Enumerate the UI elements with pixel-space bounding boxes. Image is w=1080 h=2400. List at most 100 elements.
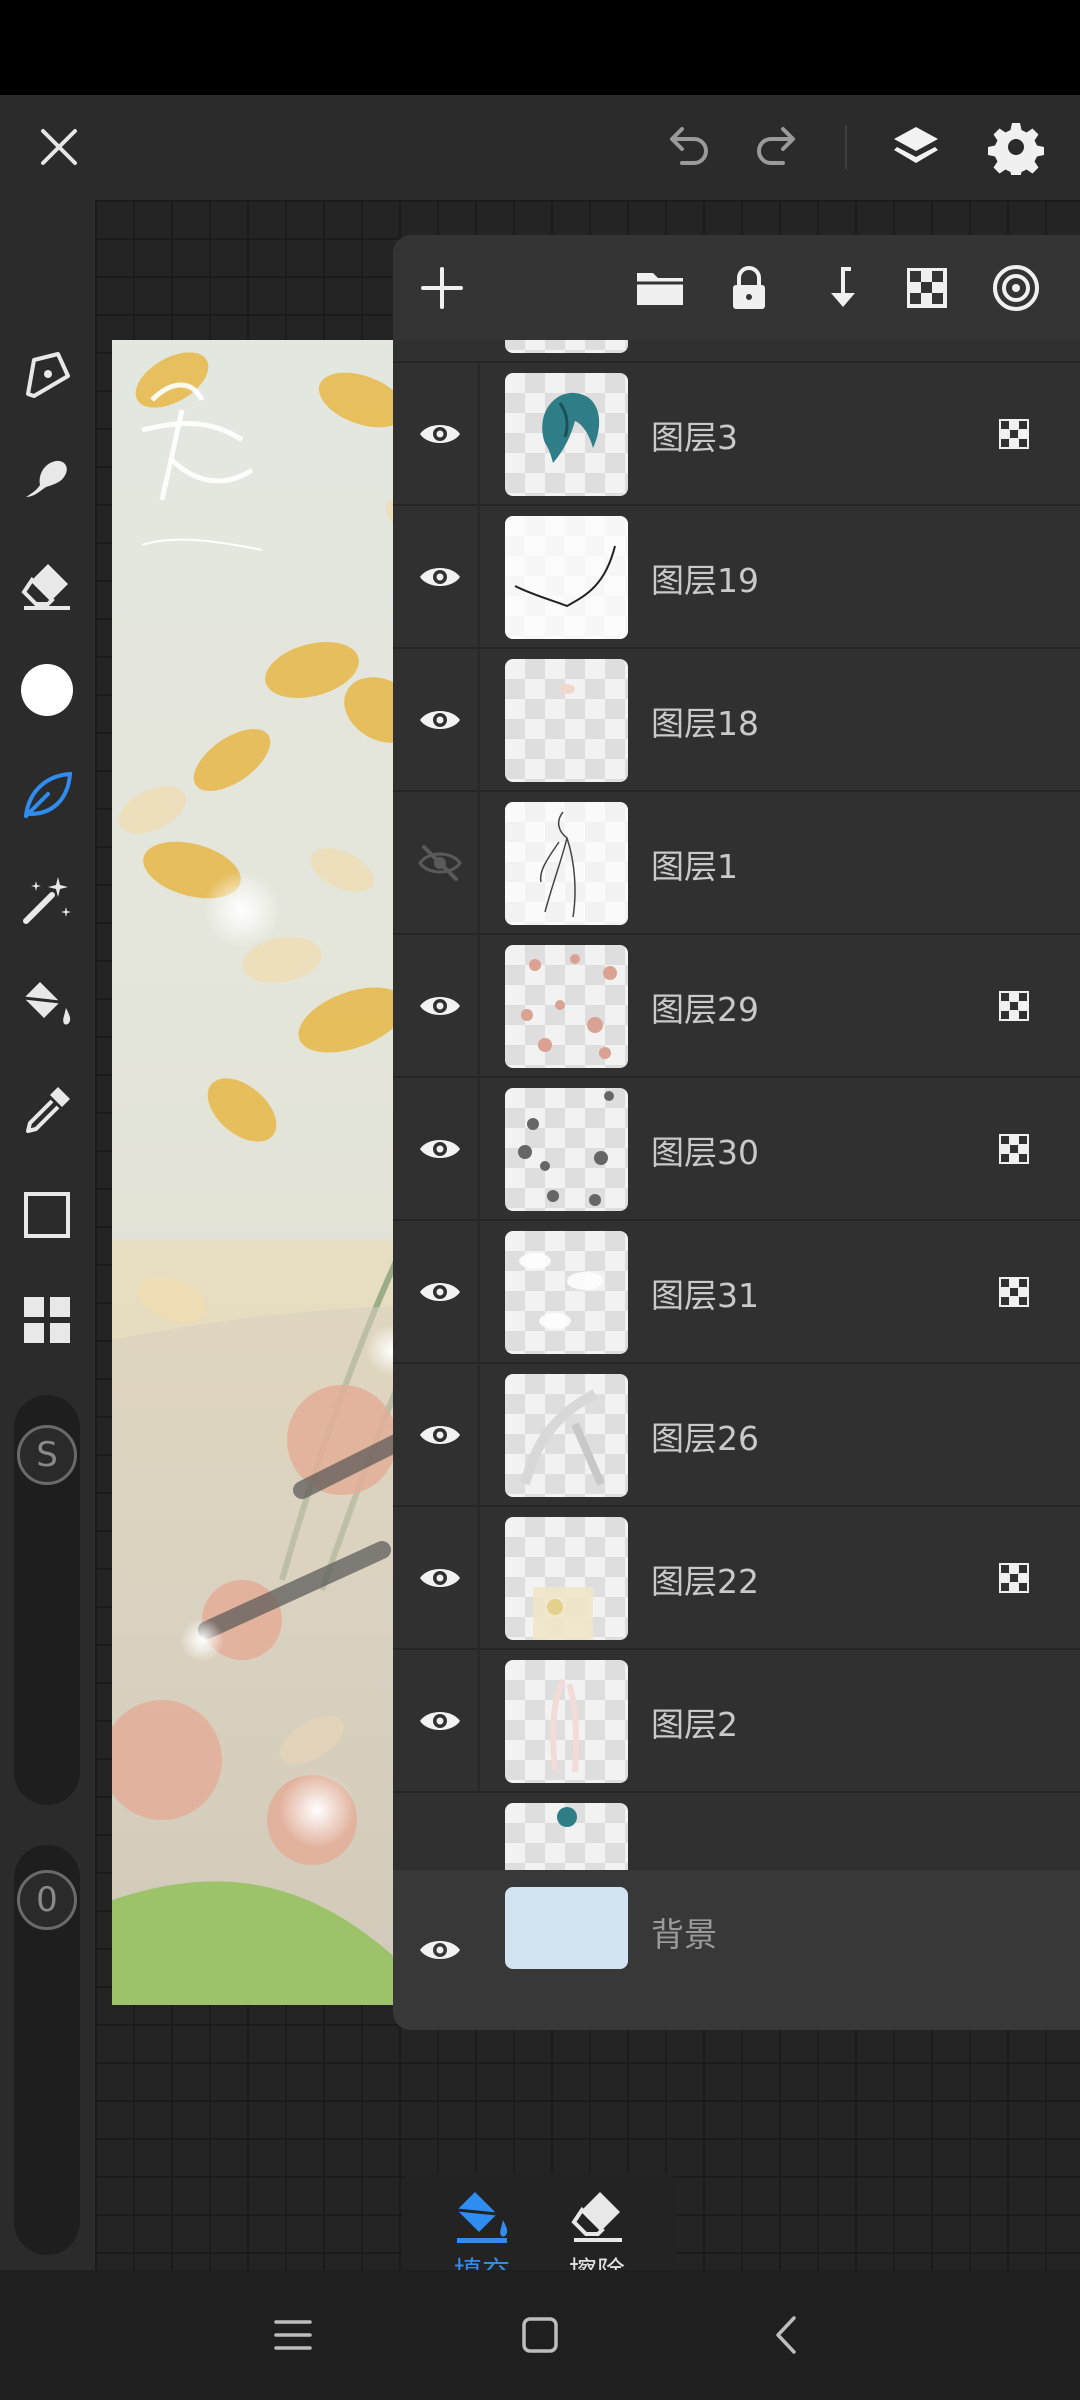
- visibility-toggle[interactable]: [405, 828, 475, 898]
- fill-tool[interactable]: [12, 970, 82, 1040]
- layer-name: 图层18: [651, 704, 759, 743]
- visibility-toggle[interactable]: [405, 542, 475, 612]
- magic-wand-icon: [23, 877, 71, 924]
- row-divider: [478, 1221, 480, 1364]
- layer-name: 图层30: [651, 1133, 759, 1172]
- settings-button[interactable]: [976, 107, 1056, 187]
- back-chevron-icon: [776, 2316, 796, 2354]
- layer-row[interactable]: 图层26: [393, 1364, 1080, 1507]
- back-button[interactable]: [752, 2300, 822, 2370]
- layers-button[interactable]: [876, 107, 956, 187]
- home-button[interactable]: [505, 2300, 575, 2370]
- visibility-toggle[interactable]: [405, 1400, 475, 1470]
- add-layer-button[interactable]: [407, 253, 477, 323]
- fill-mode-button[interactable]: 填充: [427, 2184, 537, 2270]
- grid-icon: [24, 1297, 70, 1343]
- layer-row[interactable]: 图层31: [393, 1221, 1080, 1364]
- layers-icon: [894, 127, 938, 163]
- layer-row[interactable]: 图层2: [393, 1650, 1080, 1793]
- close-button[interactable]: [19, 107, 99, 187]
- home-square-icon: [522, 2317, 558, 2353]
- menu-button[interactable]: [258, 2300, 328, 2370]
- row-divider: [478, 363, 480, 506]
- toolbar-divider: [845, 125, 847, 169]
- visibility-toggle[interactable]: [405, 1257, 475, 1327]
- undo-icon: [670, 127, 708, 165]
- layer-thumbnail: [505, 945, 628, 1068]
- row-divider: [478, 649, 480, 792]
- background-color-swatch[interactable]: [505, 1887, 628, 1969]
- reference-layer-button[interactable]: [981, 253, 1051, 323]
- eraser-icon: [571, 2192, 622, 2242]
- opacity-knob[interactable]: 0: [17, 1870, 77, 1930]
- group-layers-button[interactable]: [625, 253, 695, 323]
- layer-thumbnail: [505, 1374, 628, 1497]
- visibility-toggle[interactable]: [405, 1114, 475, 1184]
- layer-row[interactable]: 图层22: [393, 1507, 1080, 1650]
- layer-row[interactable]: 图层1: [393, 792, 1080, 935]
- fill-mode-label: 填充: [454, 2250, 510, 2270]
- alpha-lock-badge-icon: [999, 1134, 1029, 1164]
- paint-bucket-icon: [23, 982, 71, 1025]
- menu-icon: [274, 2320, 312, 2350]
- visibility-toggle[interactable]: [405, 399, 475, 469]
- layer-row[interactable]: 图层19: [393, 506, 1080, 649]
- layer-row[interactable]: 图层29: [393, 935, 1080, 1078]
- color-picker[interactable]: [12, 655, 82, 725]
- eye-icon: [420, 1941, 460, 1959]
- eyedropper-tool[interactable]: [12, 1075, 82, 1145]
- background-layer-name: 背景: [651, 1915, 717, 1954]
- layer-name: 图层3: [651, 418, 738, 457]
- smudge-tool[interactable]: [12, 445, 82, 515]
- alpha-icon: [907, 268, 947, 308]
- layer-row[interactable]: 图层18: [393, 649, 1080, 792]
- visibility-toggle[interactable]: [405, 971, 475, 1041]
- alpha-lock-badge-icon: [999, 1277, 1029, 1307]
- row-divider: [478, 1650, 480, 1793]
- brush-size-knob[interactable]: S: [17, 1425, 77, 1485]
- layer-thumbnail: [505, 802, 628, 925]
- tool-strip: S 0: [0, 200, 95, 2270]
- eye-icon: [420, 568, 460, 586]
- redo-icon: [757, 127, 795, 165]
- layer-row[interactable]: 图层30: [393, 1078, 1080, 1221]
- row-divider: [478, 792, 480, 935]
- color-swatch-icon: [21, 664, 73, 716]
- lock-layer-button[interactable]: [714, 253, 784, 323]
- lock-icon: [733, 266, 765, 309]
- layer-name: 图层1: [651, 847, 738, 886]
- gear-icon: [988, 123, 1044, 175]
- layer-thumbnail: [505, 516, 628, 639]
- layer-list[interactable]: 图层3 图层19 图层18 图层1 图层29 图层30 图层31 图层26 图层…: [393, 340, 1080, 1870]
- eye-icon: [420, 997, 460, 1015]
- shape-tool[interactable]: [12, 1180, 82, 1250]
- visibility-toggle[interactable]: [405, 1686, 475, 1756]
- selection-lasso-tool[interactable]: [12, 760, 82, 830]
- magic-wand-tool[interactable]: [12, 865, 82, 935]
- smudge-icon: [26, 460, 67, 497]
- layer-thumbnail: [505, 1231, 628, 1354]
- eraser-icon: [21, 564, 70, 610]
- layer-thumbnail: [505, 1517, 628, 1640]
- row-divider: [478, 1078, 480, 1221]
- folder-icon: [637, 273, 683, 305]
- redo-button[interactable]: [737, 107, 817, 187]
- layer-row[interactable]: [393, 340, 1080, 363]
- visibility-toggle[interactable]: [405, 1915, 475, 1985]
- panels-tool[interactable]: [12, 1285, 82, 1355]
- erase-mode-button[interactable]: 擦除: [542, 2184, 652, 2270]
- visibility-toggle[interactable]: [405, 1543, 475, 1613]
- layer-row[interactable]: [393, 1793, 1080, 1870]
- layer-name: 图层2: [651, 1705, 738, 1744]
- row-divider: [478, 1507, 480, 1650]
- eraser-tool[interactable]: [12, 550, 82, 620]
- background-layer-row[interactable]: 背景: [393, 1870, 1080, 2030]
- layer-row[interactable]: 图层3: [393, 363, 1080, 506]
- visibility-toggle[interactable]: [405, 685, 475, 755]
- undo-button[interactable]: [648, 107, 728, 187]
- alpha-lock-button[interactable]: [892, 253, 962, 323]
- pen-tool[interactable]: [12, 340, 82, 410]
- layer-name: 图层31: [651, 1276, 759, 1315]
- merge-down-button[interactable]: [803, 253, 873, 323]
- layer-name: 图层26: [651, 1419, 759, 1458]
